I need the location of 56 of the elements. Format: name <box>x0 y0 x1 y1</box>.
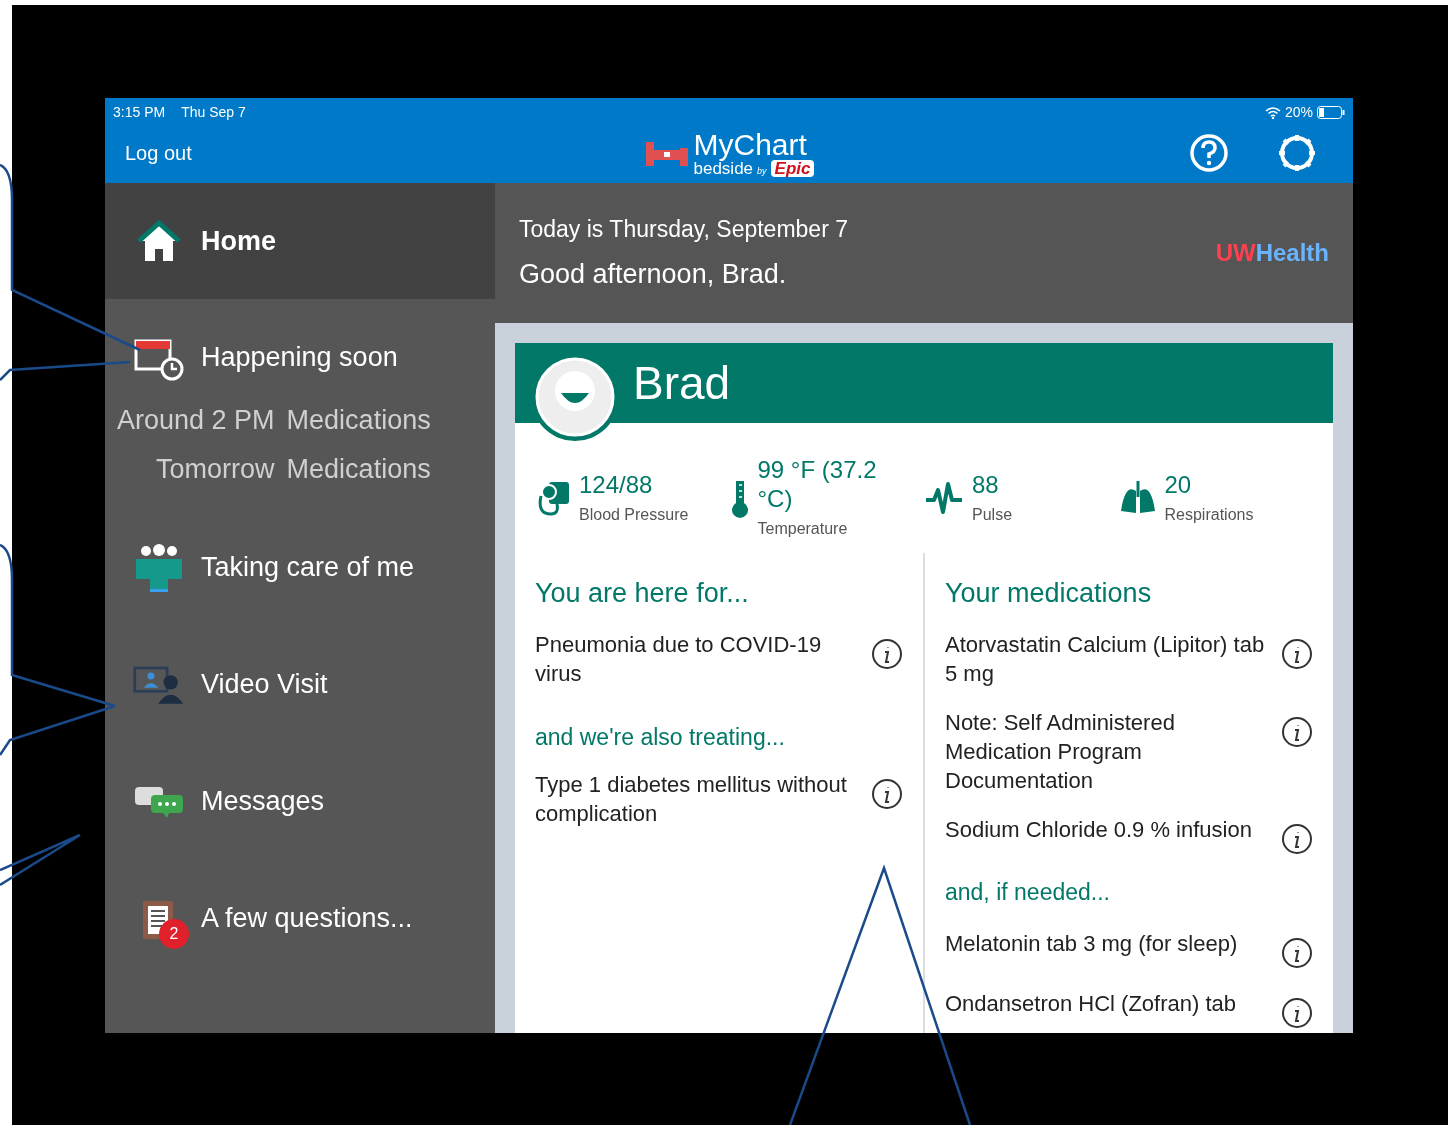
vital-label: Blood Pressure <box>579 504 689 525</box>
vital-label: Temperature <box>757 519 849 539</box>
chat-bubbles-icon <box>133 784 185 819</box>
list-entry: Ondansetron HCl (Zofran) tab <box>945 990 1237 1018</box>
notification-badge: 2 <box>159 918 189 949</box>
logout-button[interactable]: Log out <box>125 138 325 168</box>
people-icon <box>134 542 184 593</box>
info-icon[interactable] <box>871 778 903 810</box>
info-icon[interactable] <box>871 637 903 670</box>
sidebar-item[interactable]: Video Visit <box>105 626 495 743</box>
brand-logo-part: Health <box>1255 238 1329 268</box>
app-logo-title: MyChart <box>693 129 808 160</box>
event-time: Tomorrow <box>155 452 275 486</box>
event-time: Around 2 PM <box>117 404 275 437</box>
list-entry: Note: Self Administered Medication Program Documentation <box>945 708 1176 795</box>
app-logo-brand: Epic <box>770 159 815 177</box>
section-subheading: and we're also treating... <box>535 722 786 752</box>
section-subheading: and, if needed... <box>945 877 1111 907</box>
event-title[interactable]: Medications <box>286 400 431 441</box>
info-icon[interactable] <box>1281 997 1313 1029</box>
battery-icon <box>1317 106 1345 119</box>
sidebar-item[interactable]: Home <box>105 183 495 299</box>
lungs-icon <box>1118 481 1157 515</box>
help-icon[interactable] <box>1189 133 1229 173</box>
brand-logo-part: UW <box>1215 238 1256 268</box>
vital-label: Respirations <box>1164 504 1254 525</box>
vital-value: 124/88 <box>579 469 654 499</box>
info-icon[interactable] <box>1281 822 1313 855</box>
list-entry: Melatonin tab 3 mg (for sleep) <box>945 930 1238 958</box>
battery-percent: 20% <box>1284 103 1313 122</box>
event-title[interactable]: Medications <box>286 448 431 489</box>
info-icon[interactable] <box>1281 637 1313 670</box>
sidebar-item[interactable]: Messages <box>105 743 495 860</box>
date-line: Today is Thursday, September 7 <box>519 214 848 244</box>
vital-label: Pulse <box>972 504 1013 525</box>
app-logo-by: by <box>757 166 767 176</box>
section-heading: Your medications <box>945 577 1153 610</box>
sidebar-item[interactable]: 2 A few questions... <box>105 860 495 977</box>
info-icon[interactable] <box>1281 937 1313 969</box>
settings-icon[interactable] <box>1277 133 1317 173</box>
list-entry: Sodium Chloride 0.9 % infusion <box>945 815 1252 844</box>
list-entry: Type 1 diabetes mellitus without complication <box>535 771 848 828</box>
wifi-icon <box>1264 106 1281 119</box>
vital-value: 99 °F (37.2 °C) <box>757 455 878 513</box>
patient-name: Brad <box>633 355 731 411</box>
status-time: 3:15 PM <box>113 103 166 122</box>
info-icon[interactable] <box>1281 715 1313 748</box>
status-date: Thu Sep 7 <box>181 103 246 122</box>
list-entry: Atorvastatin Calcium (Lipitor) tab 5 mg <box>945 630 1265 688</box>
vital-value: 88 <box>972 469 1000 499</box>
heartbeat-icon <box>924 480 964 516</box>
vital-value: 20 <box>1164 469 1193 499</box>
section-heading: You are here for... <box>535 577 750 610</box>
greeting-text: Good afternoon, Brad. <box>519 258 788 291</box>
sidebar-item[interactable]: Taking care of me <box>105 509 495 626</box>
list-entry: Pneumonia due to COVID-19 virus <box>535 630 823 688</box>
